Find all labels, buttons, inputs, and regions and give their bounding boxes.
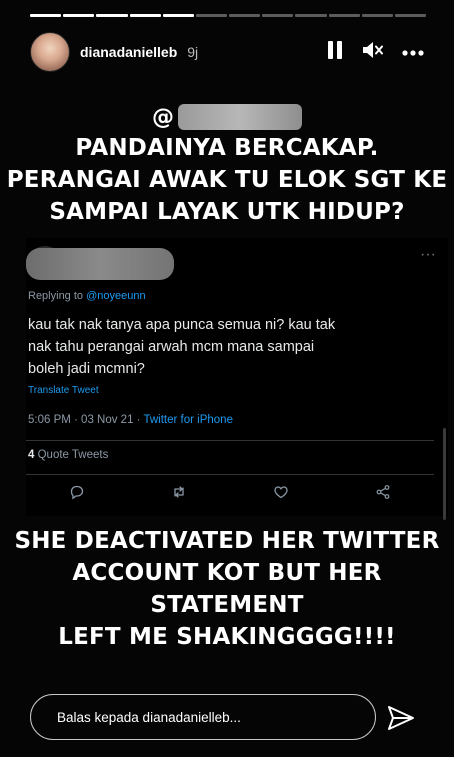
divider — [26, 440, 434, 441]
replying-to-handle: @noyeeunn — [86, 290, 146, 302]
quote-label: Quote Tweets — [34, 449, 109, 461]
caption-line: SHE DEACTIVATED HER TWITTER — [14, 528, 440, 554]
quote-tweets-count: 4 Quote Tweets — [28, 449, 108, 461]
replying-to: Replying to @noyeeunn — [28, 290, 146, 302]
tweet-body-line: boleh jadi mcmni? — [28, 361, 145, 377]
avatar[interactable] — [30, 32, 70, 72]
story-header: dianadanielleb 9j — [30, 32, 424, 72]
bottom-caption: SHE DEACTIVATED HER TWITTER ACCOUNT KOT … — [0, 525, 454, 653]
tweet-time: 5:06 PM · 03 Nov 21 · — [28, 414, 144, 426]
retweet-icon — [171, 484, 187, 505]
caption-line: PERANGAI AWAK TU ELOK SGT KE — [6, 167, 448, 193]
tweet-body: kau tak nak tanya apa punca semua ni? ka… — [28, 314, 428, 380]
mention-at-sign: @ — [152, 104, 174, 130]
story-progress-bar — [30, 14, 427, 17]
reply-input[interactable] — [55, 708, 339, 726]
tweet-body-line: nak tahu perangai arwah mcm mana sampai — [28, 339, 315, 355]
tweet-source: Twitter for iPhone — [143, 414, 233, 426]
caption-line: ACCOUNT KOT BUT HER STATEMENT — [72, 560, 382, 618]
share-icon — [375, 484, 391, 505]
speaker-muted-icon[interactable] — [362, 40, 384, 65]
progress-segment — [394, 14, 427, 17]
tweet-actions — [26, 484, 434, 505]
progress-segment — [96, 14, 128, 17]
progress-segment — [295, 14, 327, 17]
translate-tweet-link: Translate Tweet — [28, 385, 99, 396]
tweet-body-line: kau tak nak tanya apa punca semua ni? ka… — [28, 317, 336, 333]
tweet-scrollbar — [443, 428, 446, 520]
post-time: 9j — [187, 44, 199, 60]
caption-line: PANDAINYA BERCAKAP. — [75, 135, 379, 161]
reply-box[interactable] — [30, 694, 376, 740]
progress-segment — [328, 14, 360, 17]
top-caption: @ PANDAINYA BERCAKAP. PERANGAI AWAK TU E… — [0, 102, 454, 228]
divider — [26, 474, 434, 475]
progress-segment — [195, 14, 228, 17]
like-icon — [273, 484, 289, 505]
redacted-handle — [178, 104, 302, 130]
progress-segment — [63, 14, 95, 17]
username[interactable]: dianadanielleb — [80, 44, 177, 60]
progress-segment — [262, 14, 294, 17]
tweet-screenshot: ··· Replying to @noyeeunn kau tak nak ta… — [26, 238, 448, 516]
replying-prefix: Replying to — [28, 290, 87, 302]
pause-icon[interactable] — [326, 40, 344, 65]
tweet-timestamp: 5:06 PM · 03 Nov 21 · Twitter for iPhone — [28, 414, 233, 426]
progress-segment — [162, 14, 194, 17]
progress-segment — [229, 14, 261, 17]
reply-icon — [69, 484, 85, 505]
send-icon[interactable] — [386, 704, 416, 737]
progress-segment — [30, 14, 62, 17]
caption-line: LEFT ME SHAKINGGGG!!!! — [58, 624, 396, 650]
tweet-more-icon: ··· — [420, 246, 436, 263]
more-horizontal-icon[interactable] — [402, 43, 424, 61]
caption-line: SAMPAI LAYAK UTK HIDUP? — [49, 199, 405, 225]
progress-segment — [361, 14, 393, 17]
progress-segment — [129, 14, 161, 17]
redacted-author — [26, 248, 174, 280]
